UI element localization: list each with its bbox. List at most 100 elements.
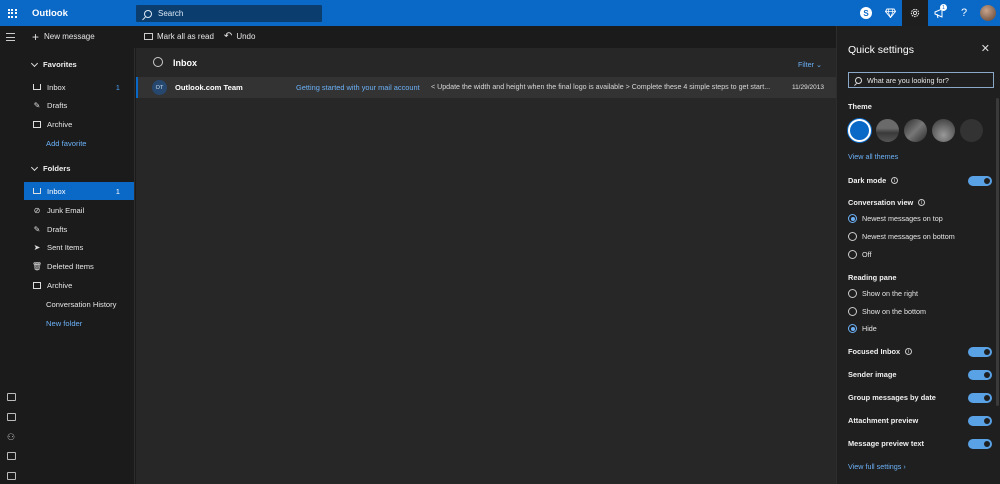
whats-new-button[interactable]: 1 [928,0,952,26]
theme-swatch-dark[interactable] [960,119,983,142]
gear-icon [910,8,920,18]
dark-mode-label: Dark mode i [848,176,899,185]
inbox-icon [32,188,42,194]
inbox-icon [32,84,42,90]
radio-icon [848,232,857,241]
mark-all-read-label: Mark all as read [157,32,214,41]
favorites-header-label: Favorites [43,60,77,69]
radio-icon [848,289,857,298]
new-folder-link[interactable]: New folder [24,314,134,332]
folder-item-junk-email[interactable]: ⊘ Junk Email [24,201,134,219]
skype-button[interactable]: S [854,0,878,26]
theme-swatch-blue[interactable] [848,119,871,142]
message-list: Inbox Filter ⌄ OT Outlook.com Team Getti… [136,48,836,484]
settings-search-input[interactable]: What are you looking for? [848,72,994,88]
radio-icon [848,324,857,333]
new-message-label: New message [44,32,95,41]
unread-count: 1 [115,82,120,92]
undo-button[interactable]: ↶ Undo [223,30,256,42]
search-box[interactable]: Search [136,5,322,22]
theme-swatch-palm[interactable] [932,119,955,142]
view-full-settings-link[interactable]: View full settings › [848,462,906,471]
conversation-newest-bottom-radio[interactable]: Newest messages on bottom [848,232,955,241]
account-button[interactable] [976,0,1000,26]
mark-all-read-button[interactable]: Mark all as read [144,32,214,41]
favorite-item-label: Inbox [47,82,66,92]
todo-icon[interactable] [7,472,16,480]
skype-icon: S [860,7,872,19]
nav-toggle-button[interactable] [6,33,15,44]
info-icon: i [905,348,913,355]
message-preview: < Update the width and height when the f… [431,83,771,91]
select-all-checkbox[interactable] [153,57,163,67]
favorite-item-label: Drafts [47,100,68,110]
info-icon: i [918,199,926,206]
settings-button[interactable] [902,0,928,26]
filter-button[interactable]: Filter ⌄ [798,60,822,69]
radio-icon [848,250,857,259]
search-icon [855,76,862,84]
conversation-newest-top-radio[interactable]: Newest messages on top [848,214,943,223]
favorite-item-label: Archive [47,119,73,129]
notification-badge: 1 [940,4,947,11]
archive-icon [32,120,42,128]
theme-swatch-landscape[interactable] [876,119,899,142]
app-name[interactable]: Outlook [32,8,68,19]
attachment-preview-toggle[interactable] [968,416,992,426]
trash-icon: 🗑 [31,261,43,271]
help-icon: ? [960,7,968,19]
group-by-date-toggle[interactable] [968,393,992,403]
add-favorite-link[interactable]: Add favorite [24,134,134,152]
pencil-icon: ✎ [33,100,41,110]
reading-pane-hide-radio[interactable]: Hide [848,324,877,333]
reading-pane-bottom-radio[interactable]: Show on the bottom [848,307,926,316]
attachment-preview-label: Attachment preview [848,416,919,425]
reading-pane-right-radio[interactable]: Show on the right [848,289,918,298]
premium-button[interactable] [878,0,902,26]
folder-item-sent-items[interactable]: ➤ Sent Items [24,238,134,256]
mail-icon[interactable] [7,393,16,401]
unread-count: 1 [115,186,120,196]
conversation-view-label: Conversation view i [848,198,926,207]
sender-image-toggle[interactable] [968,370,992,380]
undo-icon: ↶ [223,30,233,42]
folders-header-label: Folders [43,164,71,173]
folder-item-archive[interactable]: Archive [24,276,134,294]
quick-settings-panel: Quick settings ✕ What are you looking fo… [836,26,1000,484]
message-list-header: Inbox Filter ⌄ [136,48,836,76]
folder-item-label: Archive [47,280,73,290]
files-icon[interactable] [7,452,16,460]
favorites-header[interactable]: Favorites [30,59,77,69]
focused-inbox-toggle[interactable] [968,347,992,357]
calendar-icon[interactable] [7,413,16,421]
new-message-button[interactable]: + New message [32,31,95,43]
conversation-off-radio[interactable]: Off [848,250,871,259]
folder-item-label: Inbox [47,186,66,196]
archive-icon [32,281,42,289]
settings-scrollbar[interactable] [996,98,999,406]
app-launcher-button[interactable] [0,0,24,26]
message-subject: Getting started with your mail account [296,83,420,92]
sender-avatar: OT [152,80,167,95]
folder-item-deleted-items[interactable]: 🗑 Deleted Items [24,257,134,275]
folder-item-conversation-history[interactable]: Conversation History [24,295,134,313]
search-icon [144,9,152,18]
folder-item-inbox[interactable]: Inbox 1 [24,182,134,200]
folders-header[interactable]: Folders [30,163,71,173]
favorite-item-inbox[interactable]: Inbox 1 [24,78,134,96]
message-preview-text-toggle[interactable] [968,439,992,449]
message-row[interactable]: OT Outlook.com Team Getting started with… [136,77,836,98]
folder-item-label: Sent Items [47,242,84,252]
favorite-item-drafts[interactable]: ✎ Drafts [24,96,134,114]
theme-swatch-abstract[interactable] [904,119,927,142]
waffle-icon [7,8,17,18]
people-icon[interactable]: ⚇ [7,433,16,442]
chevron-down-icon [30,163,39,171]
folder-item-drafts[interactable]: ✎ Drafts [24,220,134,238]
message-list-title: Inbox [173,58,197,68]
view-all-themes-link[interactable]: View all themes [848,152,898,161]
favorite-item-archive[interactable]: Archive [24,115,134,133]
close-icon[interactable]: ✕ [981,42,990,55]
help-button[interactable]: ? [952,0,976,26]
dark-mode-toggle[interactable] [968,176,992,186]
